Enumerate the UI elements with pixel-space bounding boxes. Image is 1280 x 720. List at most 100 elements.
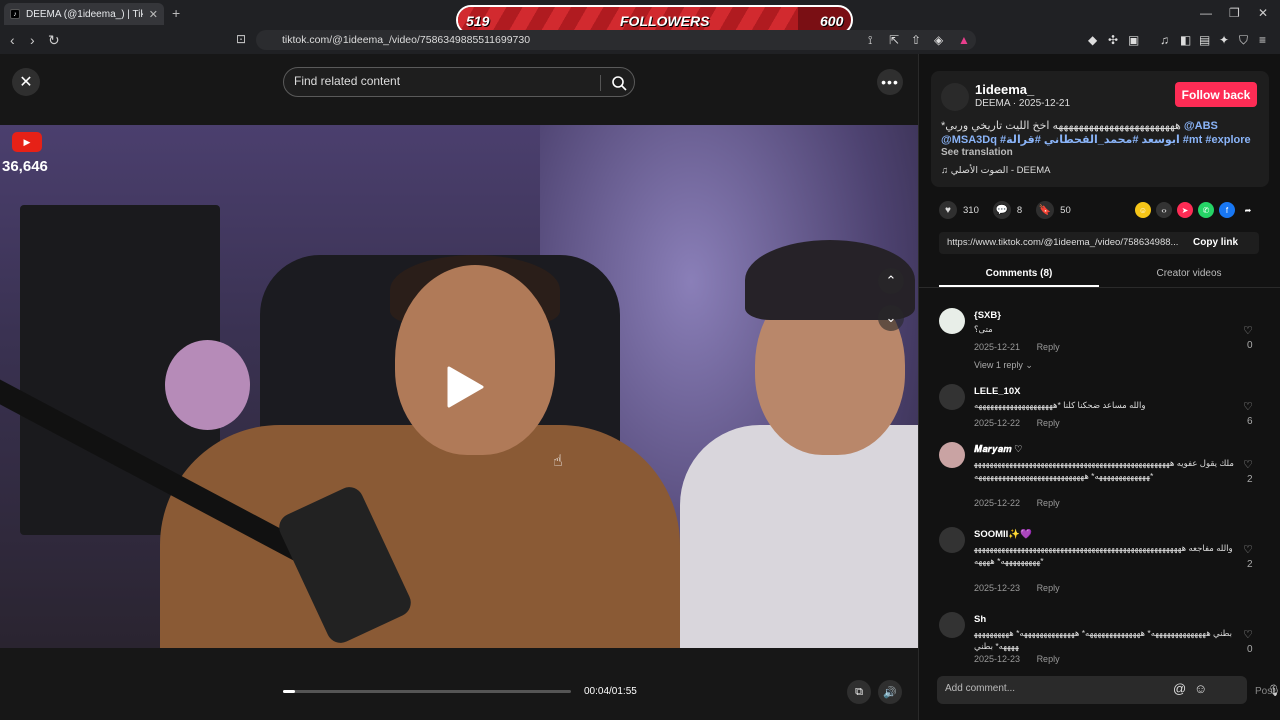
open-external-icon[interactable]: ⇱	[889, 33, 899, 47]
save-button[interactable]: 🔖 50	[1036, 201, 1071, 219]
share-options: ☺ ‹› ➤ ✆ f ➦	[1135, 202, 1261, 218]
more-options-button[interactable]: •••	[877, 69, 903, 95]
leo-icon[interactable]: ✦	[1219, 33, 1229, 47]
comment-date: 2025-12-23	[974, 583, 1021, 593]
video-frame[interactable]: ▶ 36,646 ☝	[0, 125, 918, 648]
comment-meta: 2025-12-21 Reply	[974, 342, 1060, 352]
bookmark-icon[interactable]: ⊡	[236, 32, 246, 46]
forward-icon[interactable]: ›	[30, 32, 35, 48]
comment-text: متى؟	[974, 324, 993, 334]
brave-shield-icon[interactable]: ◈	[934, 33, 943, 47]
comment-text: والله مساعد ضحكنا كلنا *هههههههههههههههه…	[974, 400, 1146, 410]
puzzle-icon[interactable]: ✣	[1108, 33, 1118, 47]
reply-button[interactable]: Reply	[1037, 583, 1060, 593]
rewards-icon[interactable]: ▲	[958, 33, 970, 47]
share-arrow-icon[interactable]: ➦	[1240, 202, 1256, 218]
avatar[interactable]	[941, 83, 969, 111]
reply-button[interactable]: Reply	[1037, 418, 1060, 428]
avatar[interactable]	[939, 308, 965, 334]
video-person-left-head	[395, 265, 555, 455]
new-tab-button[interactable]: +	[172, 5, 180, 21]
avatar[interactable]	[939, 384, 965, 410]
vpn-icon[interactable]: ⛉	[1239, 33, 1248, 48]
volume-button[interactable]: 🔊	[878, 680, 902, 704]
avatar[interactable]	[939, 612, 965, 638]
tiktok-favicon-icon: ♪	[10, 9, 20, 19]
tab-creator-videos[interactable]: Creator videos	[1109, 268, 1269, 279]
youtube-count: 36,646	[2, 158, 48, 175]
maximize-button[interactable]: ❐	[1229, 6, 1240, 20]
send-icon[interactable]: ➤	[1177, 202, 1193, 218]
comment-author[interactable]: Sh	[974, 614, 986, 625]
whatsapp-icon[interactable]: ✆	[1198, 202, 1214, 218]
youtube-icon: ▶	[12, 132, 42, 152]
comment-like-icon[interactable]: ♡	[1243, 543, 1253, 556]
followers-target: 600	[820, 13, 844, 29]
close-tab-icon[interactable]: ✕	[149, 8, 158, 21]
browser-tab[interactable]: ♪ DEEMA (@1ideema_) | TikTok ✕	[4, 3, 164, 25]
emoji-icon[interactable]: ☺	[1194, 681, 1207, 696]
tab-comments[interactable]: Comments (8)	[939, 268, 1099, 279]
comment-text: بطني ههههههههههههههه* ههههههههههههههه* ه…	[974, 628, 1233, 651]
wallet-icon[interactable]: ▤	[1199, 33, 1210, 47]
comment-author[interactable]: LELE_10X	[974, 386, 1020, 397]
reply-button[interactable]: Reply	[1037, 654, 1060, 664]
play-icon[interactable]	[445, 365, 485, 409]
comment-text: والله مفاجعه ههههههههههههههههههههههههههه…	[974, 543, 1233, 566]
copy-link-button[interactable]: Copy link	[1193, 232, 1238, 254]
previous-video-button[interactable]: ⌃	[878, 268, 904, 294]
back-icon[interactable]: ‹	[10, 32, 15, 48]
comment-input[interactable]	[945, 683, 1165, 694]
tab-search-icon[interactable]: ▣	[1128, 33, 1139, 47]
view-replies-button[interactable]: View 1 reply ⌄	[974, 360, 1033, 371]
comment-like-icon[interactable]: ♡	[1243, 400, 1253, 413]
comment-item: Sh بطني ههههههههههههههه* ههههههههههههههه…	[919, 604, 1280, 664]
follow-back-button[interactable]: Follow back	[1175, 82, 1257, 107]
close-player-button[interactable]: ✕	[12, 68, 40, 96]
reply-button[interactable]: Reply	[1037, 498, 1060, 508]
comment-author[interactable]: {SXB}	[974, 310, 1001, 321]
comment-button[interactable]: 💬 8	[992, 201, 1022, 219]
avatar[interactable]	[939, 527, 965, 553]
next-video-button[interactable]: ⌄	[878, 305, 904, 331]
avatar[interactable]	[939, 442, 965, 468]
menu-icon[interactable]: ≡	[1259, 33, 1266, 47]
comment-author[interactable]: 𝑴𝒂𝒓𝒚𝒂𝒎 ♡	[974, 444, 1023, 455]
save-count: 50	[1060, 204, 1071, 216]
friends-share-icon[interactable]: ☺	[1135, 202, 1151, 218]
minimize-button[interactable]: —	[1200, 6, 1212, 20]
sidebar-icon[interactable]: ◧	[1180, 33, 1191, 47]
video-progress-bar[interactable]	[283, 690, 571, 693]
see-translation-link[interactable]: See translation	[941, 147, 1013, 158]
comment-meta: 2025-12-22 Reply	[974, 498, 1060, 508]
video-person-left-body	[160, 425, 680, 648]
reply-button[interactable]: Reply	[1037, 342, 1060, 352]
mention-icon[interactable]: @	[1173, 681, 1186, 696]
bookmark-icon: 🔖	[1036, 201, 1055, 219]
like-button[interactable]: ♥ 310	[939, 201, 979, 219]
reload-icon[interactable]: ↻	[48, 32, 60, 49]
username[interactable]: 1ideema_	[975, 82, 1034, 97]
mic-icon[interactable]: 🎙	[1267, 684, 1280, 697]
comment-item: {SXB} متى؟ 2025-12-21 Reply View 1 reply…	[919, 300, 1280, 370]
embed-icon[interactable]: ‹›	[1156, 202, 1172, 218]
share-icon[interactable]: ⇧	[911, 33, 921, 47]
facebook-icon[interactable]: f	[1219, 202, 1235, 218]
comment-like-icon[interactable]: ♡	[1243, 628, 1253, 641]
comment-like-icon[interactable]: ♡	[1243, 458, 1253, 471]
comment-composer: @ ☺	[937, 676, 1247, 704]
video-balloon	[165, 340, 250, 430]
search-icon[interactable]	[610, 74, 628, 92]
post-card: 1ideema_ DEEMA · 2025-12-21 Follow back …	[931, 71, 1269, 187]
comment-like-icon[interactable]: ♡	[1243, 324, 1253, 337]
comment-date: 2025-12-23	[974, 654, 1021, 664]
search-input[interactable]	[294, 74, 594, 88]
pip-button[interactable]: ⧉	[847, 680, 871, 704]
music-link[interactable]: ♫ الصوت الأصلي - DEEMA	[941, 165, 1050, 176]
cast-icon[interactable]: ⟟	[868, 33, 872, 48]
close-window-button[interactable]: ✕	[1258, 6, 1268, 20]
caption-hashtags[interactable]: #ابوسعد #محمد_القحطاني #قرالة #mt #explo…	[1000, 134, 1251, 146]
media-icon[interactable]: ♫	[1160, 33, 1169, 47]
extension-icon[interactable]: ◆	[1088, 33, 1097, 47]
comment-author[interactable]: SOOMII✨💜	[974, 529, 1032, 540]
